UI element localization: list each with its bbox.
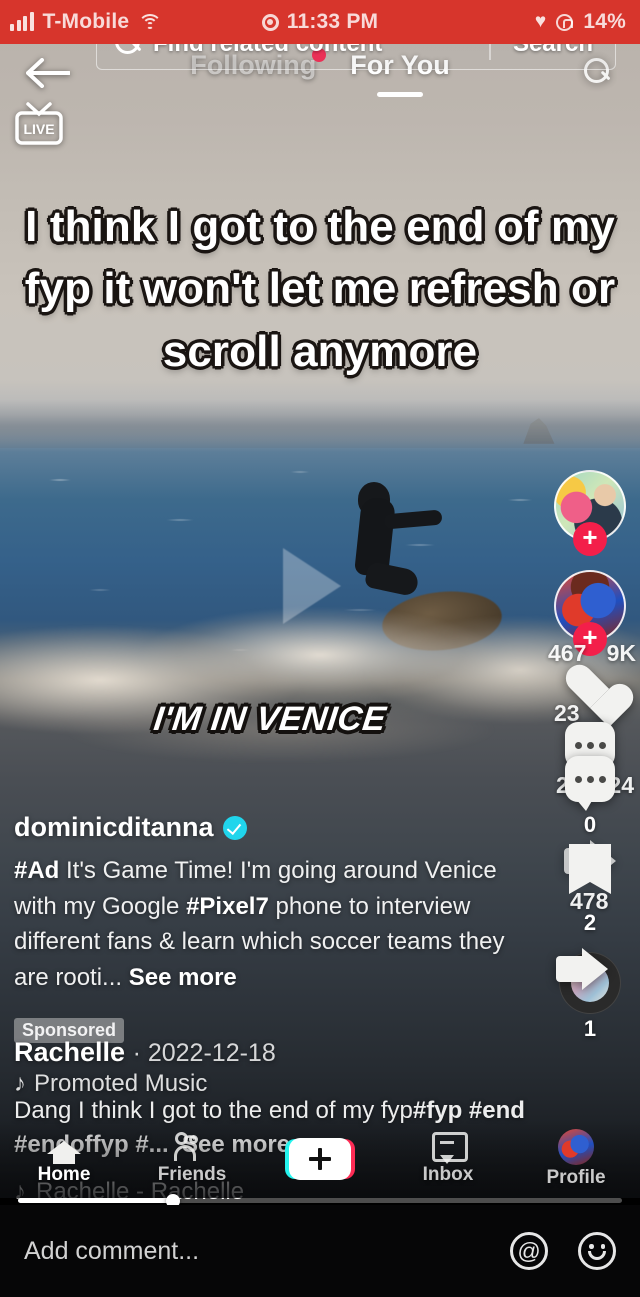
nav-item-inbox[interactable]: Inbox: [388, 1132, 508, 1186]
plus-follow-icon[interactable]: +: [573, 522, 607, 556]
nav-item-profile[interactable]: Profile: [516, 1129, 636, 1189]
post-info-sponsored: dominicditanna #Ad It's Game Time! I'm g…: [14, 812, 534, 995]
svg-text:LIVE: LIVE: [23, 121, 54, 137]
creator-username-row[interactable]: dominicditanna: [14, 812, 534, 843]
avatar-follow-secondary[interactable]: +: [544, 570, 636, 656]
nav-item-create[interactable]: [260, 1138, 380, 1180]
see-more-link[interactable]: See more: [129, 964, 237, 991]
at-mention-icon[interactable]: @: [510, 1232, 548, 1270]
organic-username[interactable]: Rachelle: [14, 1037, 125, 1067]
avatar-follow-primary[interactable]: +: [544, 470, 636, 556]
bookmark-icon[interactable]: [569, 844, 611, 894]
post-description[interactable]: #Ad It's Game Time! I'm going around Ven…: [14, 853, 534, 995]
like-count-ghost: 467: [548, 640, 587, 666]
nav-item-friends-label: Friends: [157, 1164, 227, 1185]
comment-input[interactable]: Add comment...: [24, 1237, 510, 1266]
action-rail: + + 467 9K 23 24 26 0 478 2: [544, 470, 636, 1042]
home-icon: [47, 1132, 81, 1164]
emoji-icon[interactable]: [578, 1232, 616, 1270]
scrubber-fill: [18, 1198, 174, 1203]
carrier-label: T-Mobile: [42, 10, 130, 33]
friends-icon: [173, 1132, 211, 1162]
zero-count: 0: [583, 812, 597, 837]
signal-bars-icon: [10, 12, 34, 31]
comment-bar[interactable]: Add comment... @: [0, 1205, 640, 1297]
pixel7-hashtag[interactable]: #Pixel7: [186, 893, 269, 920]
nav-item-friends[interactable]: Friends: [132, 1132, 252, 1186]
nav-item-inbox-label: Inbox: [422, 1164, 474, 1185]
tiktok-app-screen: I think I got to the end of my fyp it wo…: [0, 0, 640, 1297]
comment-button-ghost[interactable]: 24 26 0: [544, 756, 636, 838]
bookmark-count: 478: [570, 888, 609, 914]
live-tv-icon[interactable]: LIVE: [12, 96, 66, 148]
clock-label: 11:33 PM: [286, 10, 379, 33]
status-bar: T-Mobile 11:33 PM ♥ 14%: [0, 0, 640, 44]
profile-avatar-icon: [558, 1129, 594, 1165]
comment-bubble-icon[interactable]: [565, 756, 615, 811]
video-scrubber[interactable]: [0, 1194, 640, 1208]
share-button[interactable]: 1: [544, 948, 636, 1042]
share-count: 1: [583, 1016, 597, 1041]
like-count: 9K: [606, 640, 636, 666]
heart-icon: ♥: [534, 11, 547, 32]
share-arrow-icon[interactable]: [556, 946, 610, 992]
create-plus-icon[interactable]: [289, 1138, 351, 1180]
wifi-icon: [138, 13, 163, 31]
nav-item-profile-label: Profile: [546, 1167, 606, 1188]
play-triangle-icon[interactable]: [283, 548, 341, 624]
bookmark-button[interactable]: 478 2: [544, 840, 636, 936]
screen-recording-icon: [261, 13, 279, 31]
nav-item-home[interactable]: Home: [4, 1132, 124, 1186]
inbox-icon: [432, 1132, 468, 1164]
ad-hashtag[interactable]: #Ad: [14, 857, 59, 884]
verified-badge-icon: [222, 815, 247, 840]
rotation-lock-icon: [556, 13, 574, 31]
creator-username[interactable]: dominicditanna: [14, 812, 214, 843]
bottom-navigation: Home Friends Inbox Profile: [0, 1120, 640, 1198]
battery-label: 14%: [583, 10, 626, 33]
organic-username-row[interactable]: Rachelle · 2022-12-18: [14, 1037, 534, 1068]
nav-item-home-label: Home: [37, 1164, 91, 1185]
post-date: · 2022-12-18: [132, 1039, 276, 1067]
